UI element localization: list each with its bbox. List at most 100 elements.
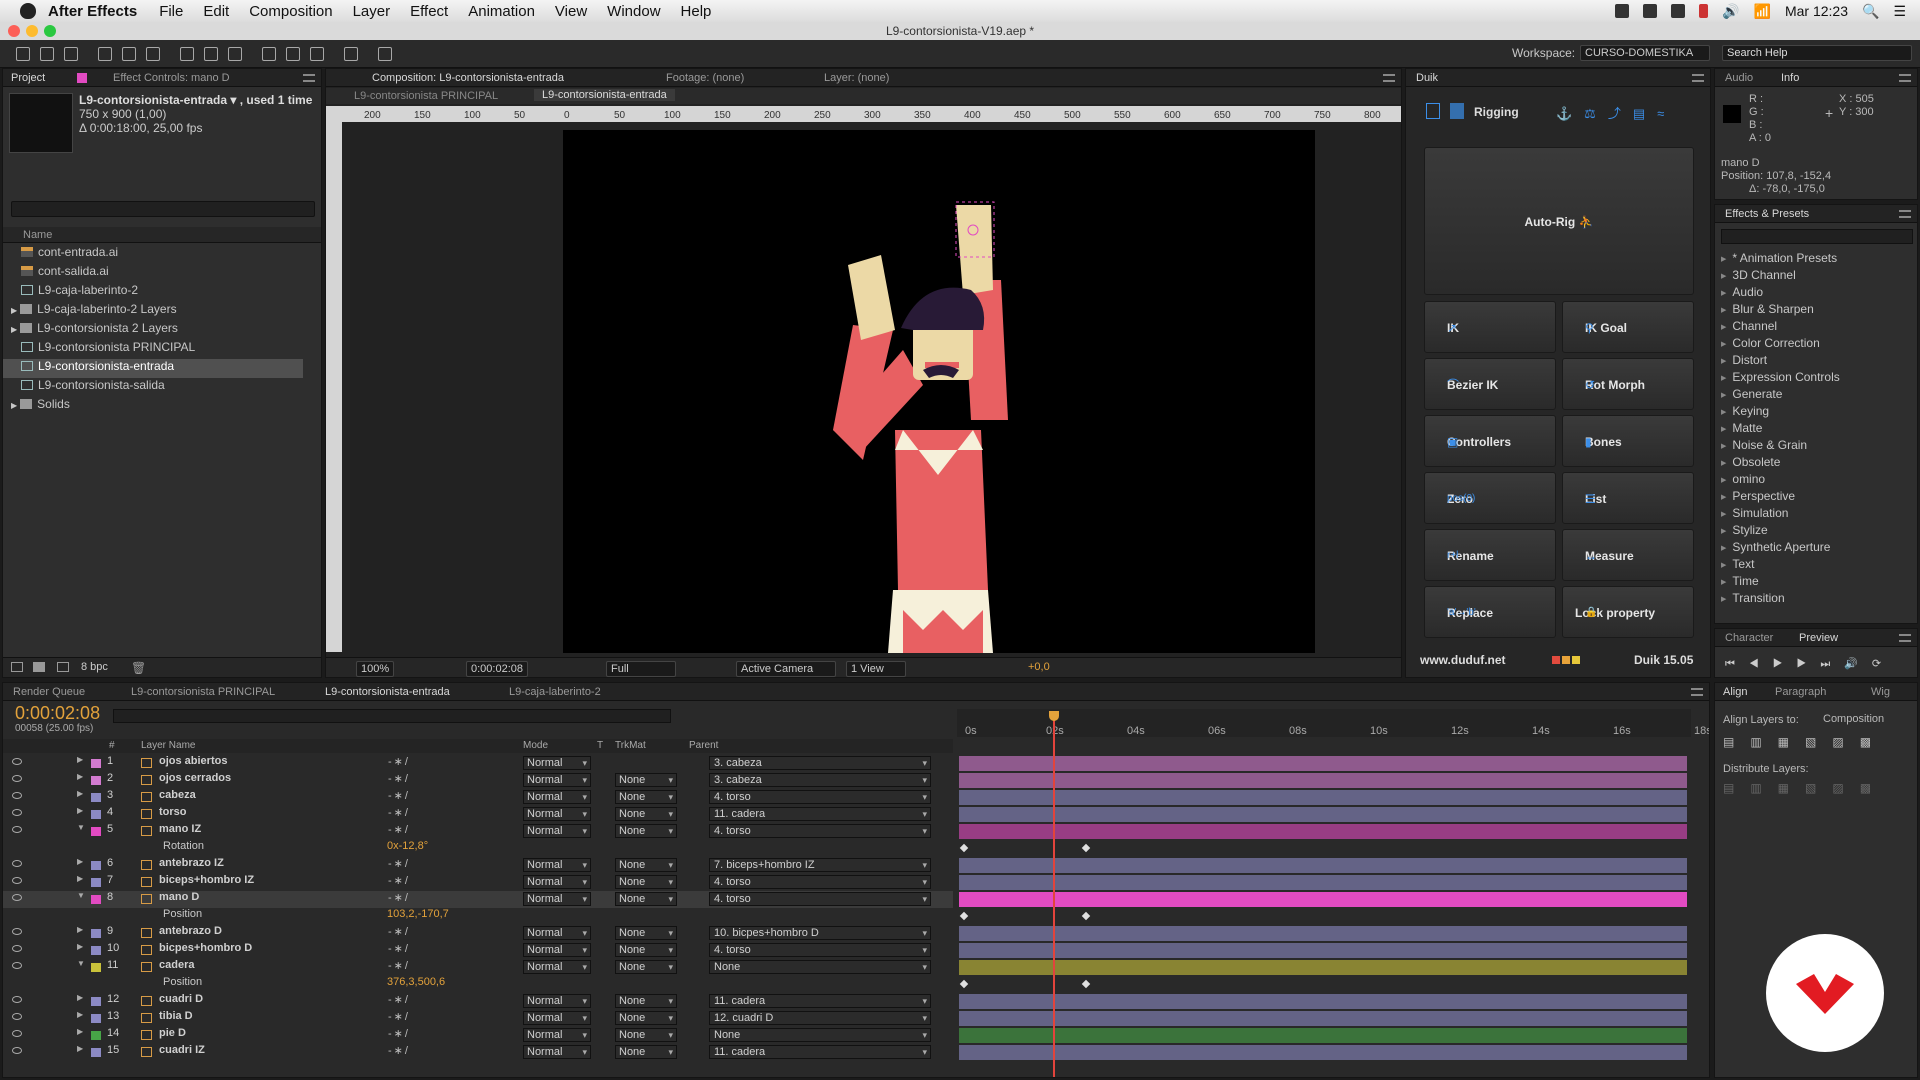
parent-select[interactable]: None — [709, 1028, 931, 1042]
layer-duration-bar[interactable] — [959, 994, 1687, 1009]
measure-button[interactable]: Measure ↔ — [1562, 529, 1694, 581]
layer-label-color[interactable] — [91, 963, 101, 972]
dropbox-icon[interactable] — [1615, 4, 1630, 18]
tab-align[interactable]: Align — [1723, 686, 1747, 698]
composition-viewer[interactable] — [563, 130, 1315, 653]
selection-tool-icon[interactable] — [16, 47, 30, 61]
duik-mode-icons[interactable]: ⚓⚖⤴▤≈ — [1556, 103, 1676, 122]
project-item-selected[interactable]: L9-contorsionista-entrada — [3, 359, 303, 378]
expand-triangle-icon[interactable]: ▶ — [77, 1044, 83, 1053]
blend-mode-select[interactable]: Normal — [523, 875, 591, 889]
parent-select[interactable]: 4. torso — [709, 790, 931, 804]
duduf-link[interactable]: www.duduf.net — [1420, 653, 1506, 667]
timeline-layer-row[interactable]: ▶ 15 cuadri IZ -∗/ Normal None 11. cadera — [3, 1044, 953, 1061]
layer-switches[interactable]: -∗/ — [388, 806, 410, 819]
timeline-layer-row[interactable]: ▼ 11 cadera -∗/ Normal None None — [3, 959, 953, 976]
blend-mode-select[interactable]: Normal — [523, 943, 591, 957]
apple-icon[interactable] — [20, 3, 36, 19]
menu-animation[interactable]: Animation — [468, 3, 535, 20]
menu-edit[interactable]: Edit — [203, 3, 229, 20]
layer-switches[interactable]: -∗/ — [388, 1044, 410, 1057]
layer-label-color[interactable] — [91, 997, 101, 1006]
timeline-search-input[interactable] — [113, 709, 671, 723]
expand-triangle-icon[interactable]: ▶ — [77, 772, 83, 781]
effects-category[interactable]: * Animation Presets — [1721, 251, 1837, 265]
project-folder[interactable]: ▶ L9-caja-laberinto-2 Layers — [3, 302, 321, 321]
app-name[interactable]: After Effects — [48, 3, 137, 20]
type-tool-icon[interactable] — [228, 47, 242, 61]
layer-label-color[interactable] — [91, 1048, 101, 1057]
visibility-eye-icon[interactable] — [12, 1013, 22, 1020]
breadcrumb-entrada[interactable]: L9-contorsionista-entrada — [534, 89, 675, 101]
trkmat-select[interactable]: None — [615, 1028, 677, 1042]
timeline-layer-row[interactable]: ▶ 9 antebrazo D -∗/ Normal None 10. bicpes+hom… — [3, 925, 953, 942]
trkmat-select[interactable]: None — [615, 807, 677, 821]
layer-duration-bar[interactable] — [959, 943, 1687, 958]
tab-timeline-caja[interactable]: L9-caja-laberinto-2 — [509, 686, 601, 698]
animation-tab-icon[interactable] — [1450, 103, 1464, 119]
visibility-eye-icon[interactable] — [12, 758, 22, 765]
keyframe-icon[interactable] — [959, 843, 969, 853]
panel-menu-icon[interactable] — [1899, 74, 1911, 82]
keyframe-icon[interactable] — [959, 911, 969, 921]
timeline-layer-row[interactable]: ▶ 10 bicpes+hombro D -∗/ Normal None 4. torso — [3, 942, 953, 959]
visibility-eye-icon[interactable] — [12, 860, 22, 867]
project-item[interactable]: cont-entrada.ai — [3, 245, 321, 264]
keyframe-icon[interactable] — [1081, 843, 1091, 853]
blend-mode-select[interactable]: Normal — [523, 807, 591, 821]
blend-mode-select[interactable]: Normal — [523, 994, 591, 1008]
layer-name[interactable]: cabeza — [159, 789, 196, 801]
property-row[interactable]: Rotation 0x-12,8° — [3, 840, 953, 857]
expand-triangle-icon[interactable]: ▼ — [77, 823, 85, 832]
timeline-layer-row[interactable]: ▶ 1 ojos abiertos -∗/ Normal 3. cabeza — [3, 755, 953, 772]
layer-label-color[interactable] — [91, 810, 101, 819]
trkmat-select[interactable]: None — [615, 1011, 677, 1025]
layer-duration-bar[interactable] — [959, 858, 1687, 873]
effects-category[interactable]: Blur & Sharpen — [1721, 302, 1813, 316]
layer-name[interactable]: torso — [159, 806, 187, 818]
header-layer-name[interactable]: Layer Name — [141, 740, 195, 751]
new-folder-icon[interactable] — [33, 662, 45, 672]
layer-label-color[interactable] — [91, 759, 101, 768]
layer-name[interactable]: cuadri IZ — [159, 1044, 205, 1056]
project-item[interactable]: cont-salida.ai — [3, 264, 321, 283]
expand-triangle-icon[interactable]: ▶ — [77, 1027, 83, 1036]
timeline-layer-row[interactable]: ▶ 4 torso -∗/ Normal None 11. cadera — [3, 806, 953, 823]
roto-tool-icon[interactable] — [344, 47, 358, 61]
layer-switches[interactable]: -∗/ — [388, 789, 410, 802]
layer-name[interactable]: bicpes+hombro D — [159, 942, 252, 954]
tab-character[interactable]: Character — [1725, 632, 1773, 644]
panel-menu-icon[interactable] — [1899, 634, 1911, 642]
expand-triangle-icon[interactable]: ▶ — [77, 806, 83, 815]
keyframe-icon[interactable] — [1081, 911, 1091, 921]
layer-duration-bar[interactable] — [959, 790, 1687, 805]
layer-switches[interactable]: -∗/ — [388, 891, 410, 904]
parent-select[interactable]: 12. cuadri D — [709, 1011, 931, 1025]
tab-effect-controls[interactable]: Effect Controls: mano D — [113, 72, 230, 84]
visibility-eye-icon[interactable] — [12, 945, 22, 952]
parent-select[interactable]: 11. cadera — [709, 1045, 931, 1059]
layer-name[interactable]: ojos cerrados — [159, 772, 231, 784]
blend-mode-select[interactable]: Normal — [523, 1011, 591, 1025]
tab-wiggler[interactable]: Wig — [1871, 686, 1890, 698]
zoom-tool-icon[interactable] — [64, 47, 78, 61]
tab-paragraph[interactable]: Paragraph — [1775, 686, 1826, 698]
layer-switches[interactable]: -∗/ — [388, 1010, 410, 1023]
layer-switches[interactable]: -∗/ — [388, 993, 410, 1006]
layer-label-color[interactable] — [91, 1014, 101, 1023]
menu-file[interactable]: File — [159, 3, 183, 20]
trkmat-select[interactable]: None — [615, 790, 677, 804]
expand-triangle-icon[interactable]: ▼ — [77, 891, 85, 900]
keyframe-icon[interactable] — [1081, 979, 1091, 989]
header-t[interactable]: T — [597, 740, 603, 751]
timeline-layer-row[interactable]: ▶ 2 ojos cerrados -∗/ Normal None 3. cabeza — [3, 772, 953, 789]
effects-category[interactable]: omino — [1721, 472, 1765, 486]
visibility-eye-icon[interactable] — [12, 928, 22, 935]
playback-controls[interactable]: ⏮◀▶▶⏭🔊⟳ — [1725, 657, 1895, 671]
timeline-layer-row[interactable]: ▶ 12 cuadri D -∗/ Normal None 11. cadera — [3, 993, 953, 1010]
blend-mode-select[interactable]: Normal — [523, 790, 591, 804]
effects-category[interactable]: Synthetic Aperture — [1721, 540, 1830, 554]
layer-duration-bar[interactable] — [959, 807, 1687, 822]
parent-select[interactable]: 3. cabeza — [709, 773, 931, 787]
tab-info[interactable]: Info — [1781, 72, 1799, 84]
